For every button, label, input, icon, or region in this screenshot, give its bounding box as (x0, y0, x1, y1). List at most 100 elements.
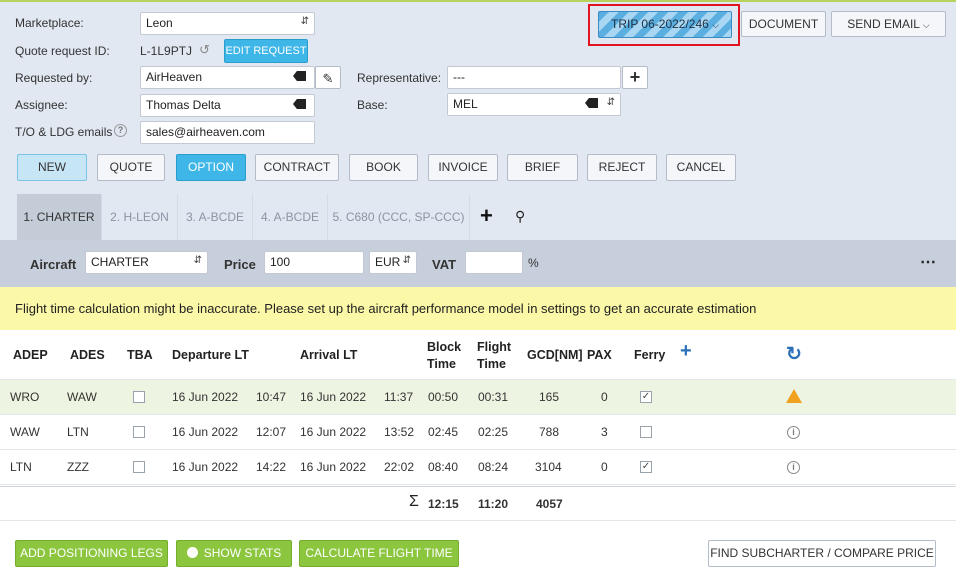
cell-pax: 3 (601, 425, 608, 439)
find-subcharter-button[interactable]: FIND SUBCHARTER / COMPARE PRICE (708, 540, 936, 567)
chevron-down-icon: ⌵ (712, 20, 720, 30)
chevron-down-icon: ⌵ (922, 20, 930, 30)
tab-a-bcde-1[interactable]: 3. A-BCDE (178, 194, 253, 240)
marketplace-select[interactable]: Leon ⇵ (140, 12, 315, 35)
trip-label: TRIP 06-2022/246 (610, 17, 709, 31)
cell-dep-date: 16 Jun 2022 (172, 460, 239, 474)
clear-icon[interactable] (585, 98, 598, 108)
header-tba: TBA (127, 348, 153, 362)
refresh-icon[interactable]: ↻ (786, 343, 802, 366)
send-email-button[interactable]: SEND EMAIL ⌵ (831, 11, 946, 37)
status-option-button[interactable]: OPTION (176, 154, 246, 181)
cell-dep-time: 10:47 (256, 390, 287, 404)
quote-request-id-label: Quote request ID: (15, 44, 110, 58)
cell-dep-time: 12:07 (256, 425, 287, 439)
cell-flight: 02:25 (478, 425, 509, 439)
add-positioning-legs-button[interactable]: ADD POSITIONING LEGS (15, 540, 168, 567)
vat-input[interactable] (465, 251, 523, 274)
status-brief-button[interactable]: BRIEF (507, 154, 578, 181)
cell-dep-date: 16 Jun 2022 (172, 425, 239, 439)
more-options-icon[interactable]: ⋯ (920, 252, 936, 272)
cell-block: 08:40 (428, 460, 459, 474)
help-icon[interactable]: ? (114, 124, 127, 137)
cell-ades: LTN (67, 425, 89, 439)
tba-checkbox[interactable] (133, 426, 145, 438)
cell-flight: 08:24 (478, 460, 509, 474)
clear-icon[interactable] (293, 71, 306, 81)
total-flight: 11:20 (478, 497, 509, 511)
requested-by-field[interactable]: AirHeaven (140, 66, 315, 89)
table-row[interactable]: LTN ZZZ 16 Jun 2022 14:22 16 Jun 2022 22… (0, 450, 956, 485)
cell-pax: 0 (601, 390, 608, 404)
cell-arr-date: 16 Jun 2022 (300, 460, 367, 474)
updown-icon: ⇵ (402, 255, 411, 266)
header-departure: Departure LT (172, 348, 249, 362)
ferry-checkbox[interactable] (640, 426, 652, 438)
emails-value: sales@airheaven.com (146, 125, 265, 139)
info-icon[interactable]: i (787, 461, 800, 474)
tab-c680[interactable]: 5. C680 (CCC, SP-CCC) (328, 194, 470, 240)
status-quote-button[interactable]: QUOTE (97, 154, 165, 181)
info-icon[interactable]: i (787, 426, 800, 439)
price-label: Price (224, 257, 256, 272)
tab-charter[interactable]: 1. CHARTER (17, 194, 102, 240)
ferry-checkbox-checked[interactable]: ✓ (640, 461, 652, 473)
add-representative-button[interactable]: + (622, 66, 648, 89)
representative-label: Representative: (357, 71, 442, 85)
history-icon[interactable]: ↺ (199, 42, 210, 58)
vat-label: VAT (432, 257, 457, 272)
stats-icon (186, 547, 198, 558)
status-invoice-button[interactable]: INVOICE (428, 154, 498, 181)
status-cancel-button[interactable]: CANCEL (666, 154, 736, 181)
show-stats-label: SHOW STATS (203, 546, 282, 560)
search-icon[interactable]: ⚲ (515, 208, 525, 225)
cell-gcd: 788 (539, 425, 560, 439)
base-value: MEL (453, 97, 478, 111)
assignee-value: Thomas Delta (146, 98, 221, 112)
representative-field[interactable]: --- (447, 66, 621, 89)
cell-arr-time: 13:52 (384, 425, 415, 439)
pencil-icon: ✎ (322, 71, 334, 86)
edit-client-button[interactable]: ✎ (315, 66, 341, 89)
plus-icon: + (629, 67, 641, 87)
add-tab-icon[interactable]: + (480, 203, 493, 229)
marketplace-label: Marketplace: (15, 16, 84, 30)
representative-value: --- (453, 70, 465, 84)
emails-label: T/O & LDG emails (15, 125, 113, 139)
tab-h-leon[interactable]: 2. H-LEON (102, 194, 178, 240)
trip-dropdown-button[interactable]: TRIP 06-2022/246 ⌵ (598, 11, 732, 38)
marketplace-value: Leon (146, 16, 173, 30)
clear-icon[interactable] (293, 99, 306, 109)
aircraft-label: Aircraft (30, 257, 77, 272)
table-row[interactable]: WAW LTN 16 Jun 2022 12:07 16 Jun 2022 13… (0, 415, 956, 450)
updown-icon: ⇵ (606, 97, 615, 108)
header-pax: PAX (587, 348, 612, 362)
cell-ades: WAW (67, 390, 97, 404)
emails-field[interactable]: sales@airheaven.com (140, 121, 315, 144)
status-contract-button[interactable]: CONTRACT (255, 154, 339, 181)
updown-icon: ⇵ (193, 255, 202, 266)
header-arrival: Arrival LT (300, 348, 358, 362)
document-button[interactable]: DOCUMENT (741, 11, 826, 37)
tba-checkbox[interactable] (133, 391, 145, 403)
add-leg-icon[interactable]: + (680, 340, 692, 363)
status-book-button[interactable]: BOOK (349, 154, 418, 181)
aircraft-select[interactable]: CHARTER ⇵ (85, 251, 208, 274)
show-stats-button[interactable]: SHOW STATS (176, 540, 292, 567)
base-label: Base: (357, 98, 388, 112)
assignee-label: Assignee: (15, 98, 68, 112)
price-input[interactable]: 100 (264, 251, 364, 274)
status-new-button[interactable]: NEW (17, 154, 87, 181)
tba-checkbox[interactable] (133, 461, 145, 473)
status-reject-button[interactable]: REJECT (587, 154, 657, 181)
tab-a-bcde-2[interactable]: 4. A-BCDE (253, 194, 328, 240)
assignee-field[interactable]: Thomas Delta (140, 94, 315, 117)
calculate-flight-time-button[interactable]: CALCULATE FLIGHT TIME (299, 540, 459, 567)
currency-select[interactable]: EUR ⇵ (369, 251, 417, 274)
ferry-checkbox-checked[interactable]: ✓ (640, 391, 652, 403)
warning-icon[interactable] (786, 389, 802, 403)
table-row[interactable]: WRO WAW 16 Jun 2022 10:47 16 Jun 2022 11… (0, 380, 956, 415)
header-adep: ADEP (13, 348, 48, 362)
edit-request-button[interactable]: EDIT REQUEST (224, 39, 308, 63)
base-select[interactable]: MEL ⇵ (447, 93, 621, 116)
